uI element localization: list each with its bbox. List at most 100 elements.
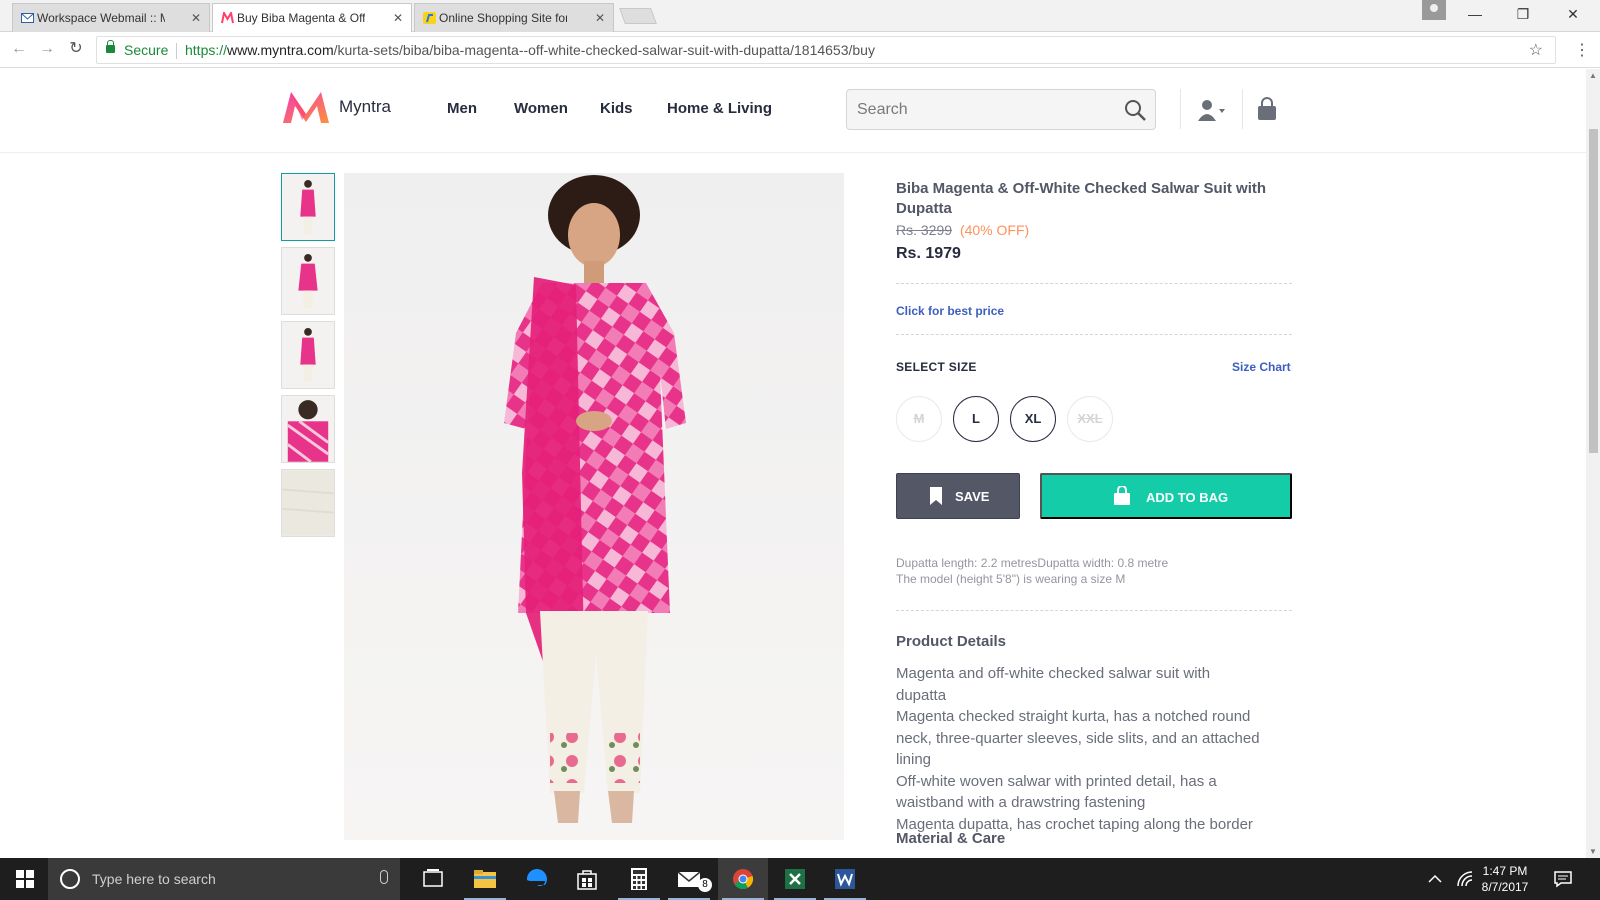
new-tab-button[interactable] (619, 8, 657, 24)
size-option-xxl[interactable]: XXL (1067, 396, 1113, 442)
secure-label: Secure (124, 42, 169, 58)
discount-label: (40% OFF) (959, 222, 1030, 238)
nav-home-living[interactable]: Home & Living (667, 100, 772, 117)
bag-icon[interactable] (1256, 97, 1278, 121)
thumbnail-image (282, 322, 334, 388)
window-close-icon[interactable]: ✕ (1550, 0, 1596, 30)
myntra-logo[interactable] (281, 90, 331, 124)
url-host: www.myntra.com (227, 42, 334, 58)
notifications-icon[interactable] (1554, 870, 1572, 888)
tab-flipkart[interactable]: Online Shopping Site for ✕ (414, 3, 614, 32)
select-size-heading: SELECT SIZE (896, 360, 977, 374)
store-icon[interactable] (562, 858, 612, 900)
size-chart-link[interactable]: Size Chart (1232, 360, 1291, 374)
note-line: Dupatta length: 2.2 metresDupatta width:… (896, 556, 1169, 570)
url-text[interactable]: https://www.myntra.com/kurta-sets/biba/b… (185, 37, 875, 64)
bookmark-icon (930, 487, 942, 505)
taskbar-search[interactable]: Type here to search (48, 858, 400, 900)
product-thumbnail[interactable] (281, 469, 335, 537)
note-line: The model (height 5'8") is wearing a siz… (896, 572, 1126, 586)
url-scheme: https:// (185, 42, 228, 58)
restore-icon[interactable]: ❐ (1500, 0, 1546, 30)
divider (896, 610, 1292, 611)
nav-women[interactable]: Women (514, 100, 568, 117)
browser-tab-strip: Workspace Webmail :: M ✕ Buy Biba Magent… (0, 0, 1600, 32)
chrome-icon[interactable] (718, 858, 768, 900)
show-hidden-icons-icon[interactable] (1428, 874, 1442, 884)
product-thumbnail[interactable] (281, 247, 335, 315)
page-viewport: Myntra Men Women Kids Home & Living Sear… (0, 69, 1586, 858)
nav-kids[interactable]: Kids (600, 100, 633, 117)
original-price: Rs. 3299 (896, 222, 953, 238)
windows-taskbar: Type here to search 1:47 PM 8/7/2017 (0, 858, 1600, 900)
excel-icon[interactable] (770, 858, 820, 900)
search-input[interactable] (847, 90, 1112, 129)
forward-icon[interactable]: → (37, 39, 57, 59)
product-main-image[interactable] (344, 173, 844, 840)
best-price-link[interactable]: Click for best price (896, 304, 1004, 318)
search-icon[interactable] (1123, 98, 1147, 122)
detail-line: Magenta checked straight kurta, has a no… (896, 708, 1260, 768)
bag-icon (1114, 486, 1130, 505)
tab-webmail[interactable]: Workspace Webmail :: M ✕ (12, 3, 210, 32)
cortana-icon (60, 869, 80, 889)
add-to-bag-button[interactable]: ADD TO BAG (1040, 473, 1292, 519)
detail-line: Off-white woven salwar with printed deta… (896, 772, 1217, 812)
back-icon[interactable]: ← (9, 39, 29, 59)
file-explorer-icon[interactable] (460, 858, 510, 900)
save-button[interactable]: SAVE (896, 473, 1020, 519)
page-scrollbar[interactable]: ▲ ▼ (1586, 69, 1600, 858)
profile-icon[interactable] (1422, 0, 1446, 20)
minimize-icon[interactable]: — (1452, 0, 1498, 30)
myntra-icon (221, 12, 234, 24)
size-option-l[interactable]: L (953, 396, 999, 442)
mail-count-badge: 8 (698, 878, 712, 892)
size-option-m[interactable]: M (896, 396, 942, 442)
product-title: Biba Magenta & Off-White Checked Salwar … (896, 180, 1267, 217)
detail-line: Magenta and off-white checked salwar sui… (896, 665, 1211, 704)
clock-time: 1:47 PM (1482, 864, 1528, 878)
thumbnail-image (282, 174, 334, 240)
word-icon[interactable] (820, 858, 870, 900)
clock-date: 8/7/2017 (1481, 880, 1529, 894)
product-thumbnail[interactable] (281, 395, 335, 463)
scroll-thumb[interactable] (1589, 129, 1598, 453)
site-header: Myntra Men Women Kids Home & Living (0, 69, 1586, 153)
product-thumbnail[interactable] (281, 173, 335, 241)
browser-menu-icon[interactable]: ⋮ (1574, 40, 1590, 60)
product-photo (504, 175, 686, 823)
scroll-up-icon[interactable]: ▲ (1589, 71, 1597, 80)
edge-icon[interactable] (512, 858, 562, 900)
close-icon[interactable]: ✕ (393, 4, 403, 32)
system-clock[interactable]: 1:47 PM 8/7/2017 (1470, 863, 1540, 895)
thumbnail-image (282, 470, 334, 536)
tab-myntra[interactable]: Buy Biba Magenta & Off ✕ (212, 3, 412, 32)
bookmark-star-icon[interactable]: ☆ (1529, 40, 1543, 60)
close-icon[interactable]: ✕ (595, 4, 605, 32)
tab-title: Online Shopping Site for (439, 11, 567, 25)
divider (1242, 89, 1243, 129)
material-care-heading: Material & Care (896, 830, 1006, 847)
user-icon[interactable] (1196, 98, 1228, 122)
add-to-bag-label: ADD TO BAG (1146, 490, 1229, 505)
microphone-icon[interactable] (380, 870, 388, 884)
price-row: Rs. 3299 (40% OFF) (896, 222, 1029, 238)
scroll-down-icon[interactable]: ▼ (1589, 847, 1597, 856)
product-details-list: Magenta and off-white checked salwar sui… (896, 663, 1262, 835)
divider (896, 334, 1292, 335)
address-bar[interactable]: Secure https://www.myntra.com/kurta-sets… (96, 36, 1556, 64)
size-option-xl[interactable]: XL (1010, 396, 1056, 442)
nav-men[interactable]: Men (447, 100, 477, 117)
divider (176, 43, 177, 59)
windows-start-icon[interactable] (16, 870, 34, 888)
product-thumbnail[interactable] (281, 321, 335, 389)
search-box (846, 89, 1156, 130)
save-label: SAVE (955, 489, 990, 504)
flipkart-icon (423, 12, 436, 24)
task-view-icon[interactable] (408, 858, 458, 900)
calculator-icon[interactable] (614, 858, 664, 900)
brand-name: Myntra (339, 97, 391, 116)
divider (1180, 89, 1181, 129)
reload-icon[interactable]: ↻ (66, 39, 86, 59)
close-icon[interactable]: ✕ (191, 4, 201, 32)
